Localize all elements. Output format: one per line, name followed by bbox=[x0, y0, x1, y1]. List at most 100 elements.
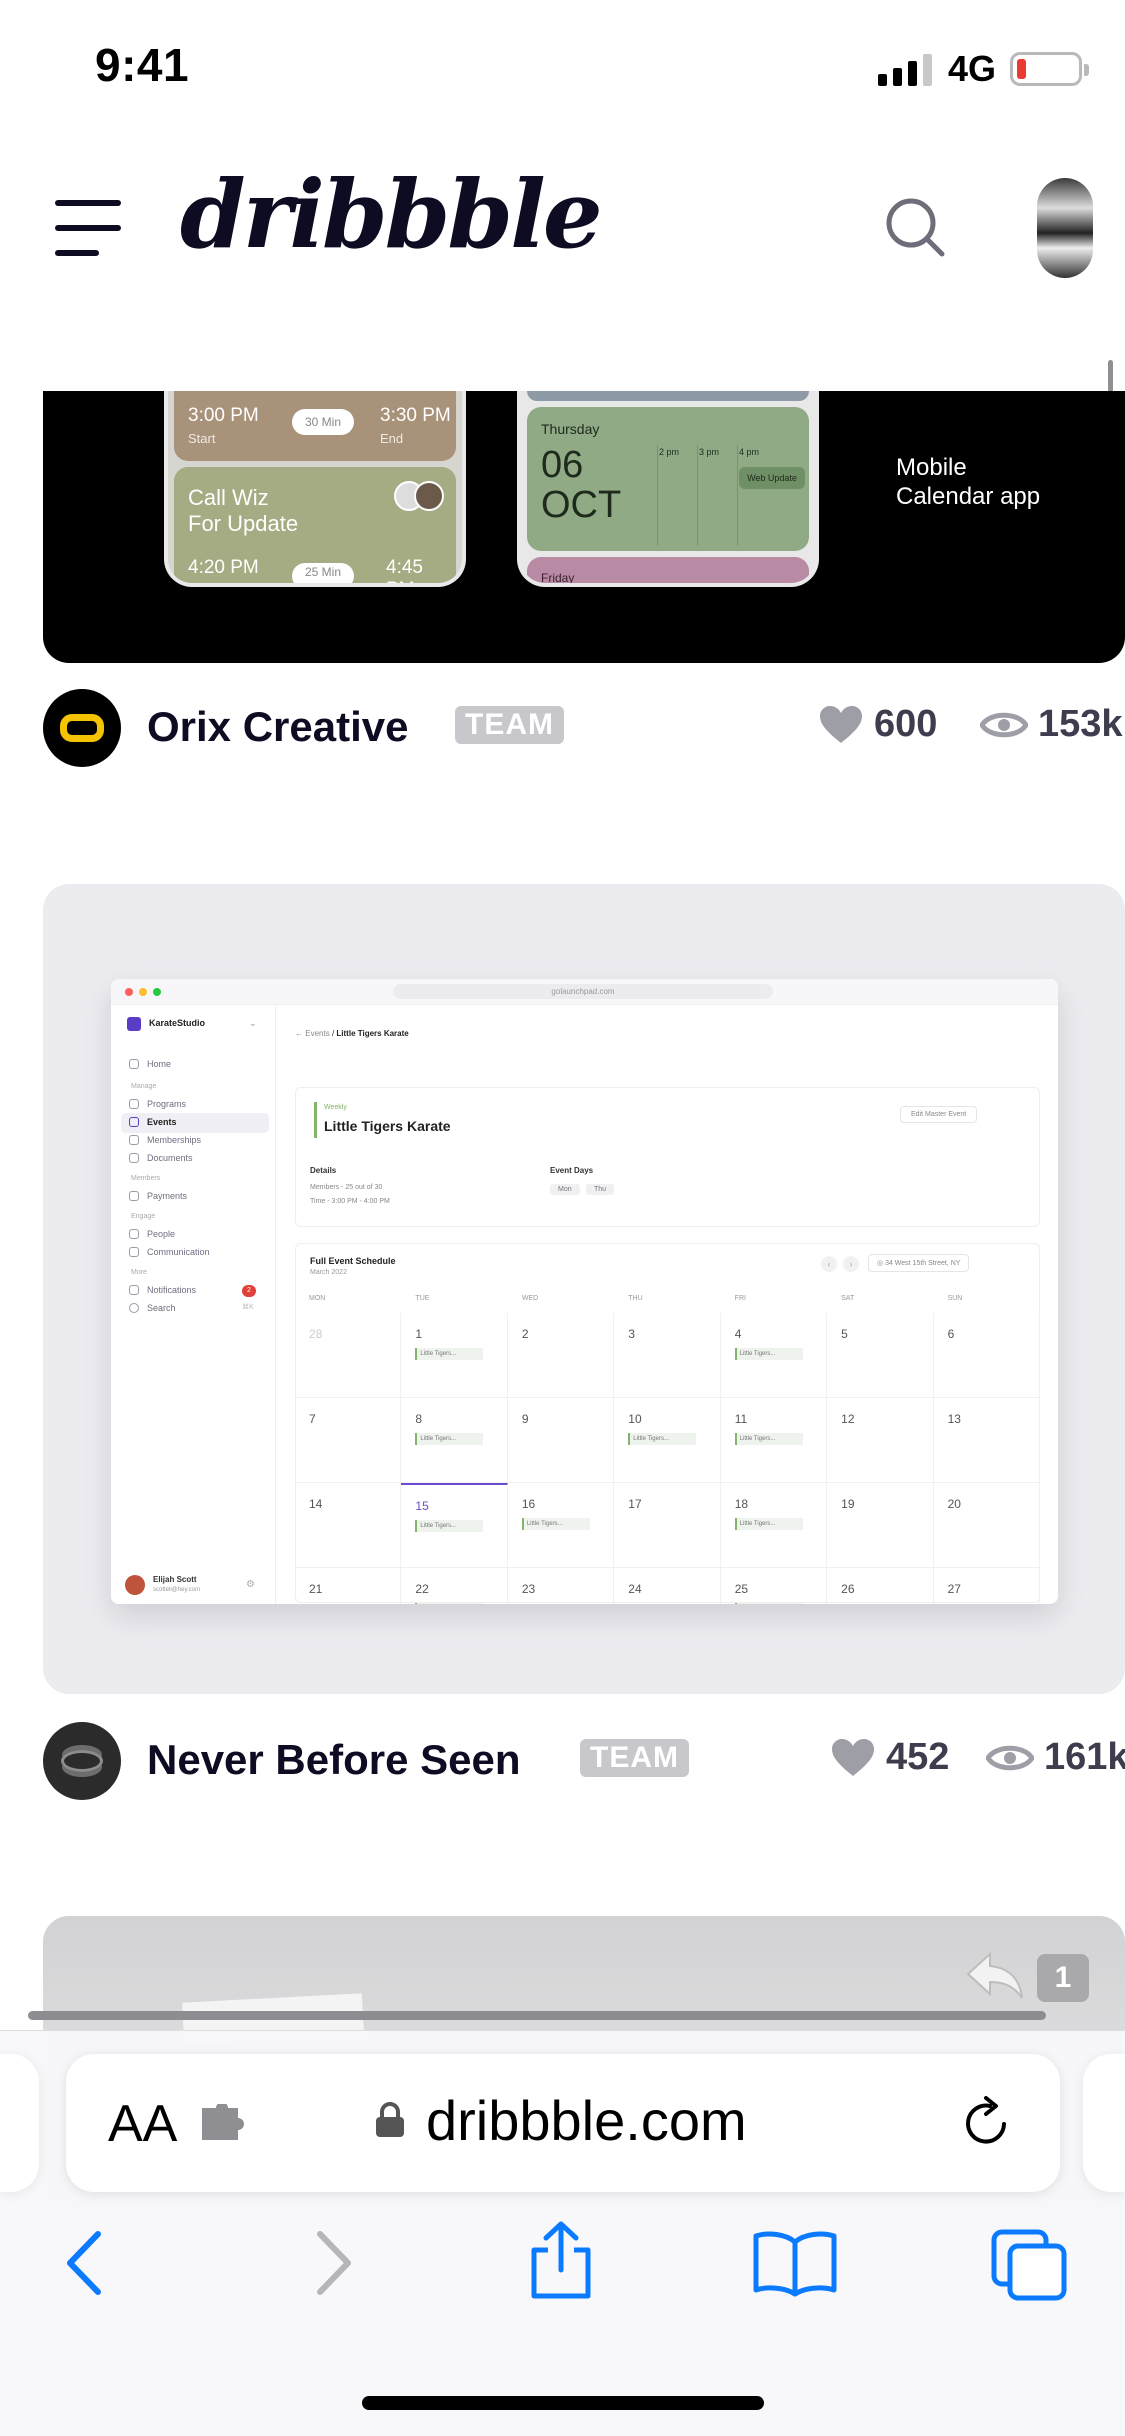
extension-icon[interactable] bbox=[198, 2104, 254, 2144]
prev-month-icon: ‹ bbox=[821, 1256, 837, 1272]
event-card: Weekly Little Tigers Karate Edit Master … bbox=[295, 1087, 1040, 1227]
url-text[interactable]: dribbble.com bbox=[426, 2088, 747, 2153]
calendar-day-cell: 13 bbox=[933, 1398, 1040, 1483]
calendar-event: Web Update bbox=[739, 467, 805, 489]
calendar-day-number: 21 bbox=[309, 1582, 323, 1596]
previous-tab-card[interactable] bbox=[0, 2054, 39, 2192]
author-avatar[interactable] bbox=[43, 1722, 121, 1800]
share-icon[interactable] bbox=[526, 2220, 596, 2300]
sidebar-section: Members bbox=[131, 1175, 161, 1182]
calendar-day-number: 28 bbox=[309, 1327, 323, 1341]
avatar bbox=[125, 1575, 145, 1595]
calendar-day-number: 1 bbox=[415, 1327, 423, 1341]
calendar-day-number: 26 bbox=[841, 1582, 855, 1596]
hour-label: 2 pm bbox=[659, 447, 680, 457]
app-sidebar: KarateStudio ⌄ Home Manage Programs Even… bbox=[111, 1005, 276, 1604]
event-title-line1: Call Wiz bbox=[188, 485, 269, 510]
calendar-event-chip: Little Tigers... bbox=[734, 1518, 803, 1530]
calendar-day-cell: 7 bbox=[295, 1398, 402, 1483]
next-day-card: Friday bbox=[527, 557, 809, 583]
calendar-month: OCT bbox=[541, 484, 622, 526]
eye-icon bbox=[980, 712, 1028, 737]
calendar-day-number: 6 bbox=[947, 1327, 955, 1341]
eye-icon bbox=[986, 1745, 1034, 1770]
calendar-day-cell: 22 Little Tigers... bbox=[401, 1568, 508, 1604]
author-name[interactable]: Never Before Seen bbox=[147, 1736, 521, 1784]
back-icon[interactable] bbox=[52, 2228, 122, 2298]
calendar-event-chip: Little Tigers... bbox=[521, 1518, 590, 1530]
calendar-day-cell: 20 bbox=[933, 1483, 1040, 1568]
next-month-icon: › bbox=[843, 1256, 859, 1272]
schedule-title: Full Event Schedule bbox=[310, 1256, 396, 1266]
calendar-day-cell: 2 bbox=[507, 1313, 615, 1398]
duration-pill: 25 Min bbox=[292, 563, 354, 583]
author-avatar[interactable] bbox=[43, 689, 121, 767]
main-pane: ← Events / Little Tigers Karate Weekly L… bbox=[277, 1005, 1058, 1604]
dribbble-logo[interactable]: dribbble bbox=[180, 160, 603, 270]
reply-icon bbox=[966, 1951, 1023, 1999]
duration-pill: 30 Min bbox=[292, 409, 354, 435]
heart-icon[interactable] bbox=[830, 1738, 876, 1778]
sidebar-item-events: Events bbox=[129, 1117, 177, 1127]
calendar-event-chip: Little Tigers... bbox=[734, 1433, 803, 1445]
calendar-day-number: 24 bbox=[628, 1582, 642, 1596]
calendar-day-number: 17 bbox=[628, 1497, 642, 1511]
views-stat: 153k bbox=[980, 703, 1123, 746]
calendar-weekday-header: THU bbox=[628, 1295, 643, 1302]
workspace-logo bbox=[127, 1017, 141, 1031]
heart-icon[interactable] bbox=[818, 705, 864, 745]
forward-icon[interactable] bbox=[296, 2228, 366, 2298]
calendar-day: 06 bbox=[541, 444, 584, 486]
network-type: 4G bbox=[948, 48, 997, 89]
schedule-month: March 2022 bbox=[310, 1269, 347, 1276]
reload-icon[interactable] bbox=[960, 2094, 1016, 2150]
views-stat: 161k bbox=[986, 1736, 1125, 1779]
calendar-day-cell: 21 bbox=[295, 1568, 402, 1604]
calendar-weekday-header: SAT bbox=[841, 1295, 855, 1302]
calendar-day-number: 14 bbox=[309, 1497, 323, 1511]
event-end-time: 4:45 PM bbox=[386, 557, 423, 583]
calendar-day-number: 22 bbox=[415, 1582, 429, 1596]
text-size-button[interactable]: AA bbox=[108, 2094, 177, 2154]
calendar-event-chip: Little Tigers... bbox=[628, 1433, 697, 1445]
calendar-day-cell: 16 Little Tigers... bbox=[507, 1483, 615, 1568]
calendar-day-number: 2 bbox=[521, 1327, 529, 1341]
user-email: scotteli@hey.com bbox=[153, 1587, 200, 1593]
sidebar-item-notifications: Notifications bbox=[129, 1285, 196, 1295]
calendar-day-cell: 1 Little Tigers... bbox=[401, 1313, 508, 1398]
calendar-day-cell: 15 Little Tigers... bbox=[401, 1483, 508, 1568]
phone-mockup: Thursday 06 OCT 2 pm 3 pm 4 pm Web Updat… bbox=[517, 391, 819, 587]
author-name[interactable]: Orix Creative bbox=[147, 703, 408, 751]
horizontal-scroll-indicator bbox=[28, 2011, 1046, 2020]
calendar-weekday: Thursday bbox=[541, 421, 600, 437]
calendar-day-cell: 6 bbox=[933, 1313, 1040, 1398]
sidebar-section: More bbox=[131, 1269, 147, 1276]
tabs-icon[interactable] bbox=[990, 2228, 1070, 2302]
chevron-down-icon: ⌄ bbox=[249, 1018, 257, 1028]
likes-stat: 600 bbox=[818, 703, 937, 746]
workspace-name: KarateStudio bbox=[149, 1018, 206, 1028]
next-tab-card[interactable] bbox=[1083, 2054, 1125, 2192]
calendar-day-number: 3 bbox=[628, 1327, 635, 1341]
location-pin-icon: ◎ bbox=[877, 1260, 886, 1267]
calendar-day-number: 10 bbox=[628, 1412, 642, 1426]
calendar-day-number: 16 bbox=[521, 1497, 536, 1511]
calendar-day-number: 4 bbox=[734, 1327, 742, 1341]
sidebar-section: Manage bbox=[131, 1083, 157, 1090]
calendar-day-cell: 18 Little Tigers... bbox=[720, 1483, 828, 1568]
event-start-time: 3:00 PM bbox=[188, 405, 259, 426]
bookmarks-icon[interactable] bbox=[752, 2228, 838, 2298]
calendar-day-number: 11 bbox=[734, 1412, 748, 1426]
shot-preview[interactable]: golaunchpad.com KarateStudio ⌄ Home Mana… bbox=[43, 884, 1125, 1694]
hamburger-icon[interactable] bbox=[55, 200, 121, 256]
count-badge: 1 bbox=[1037, 1954, 1089, 2002]
day-chip: Thu bbox=[586, 1184, 615, 1195]
search-icon[interactable] bbox=[884, 196, 948, 260]
breadcrumb-current: Little Tigers Karate bbox=[336, 1029, 409, 1038]
user-avatar[interactable] bbox=[1037, 178, 1093, 278]
calendar-day-number: 27 bbox=[947, 1582, 961, 1596]
calendar-day-cell: 12 bbox=[827, 1398, 934, 1483]
shot-preview[interactable]: 3:00 PM Start 30 Min 3:30 PM End Call Wi… bbox=[43, 391, 1125, 663]
hour-label: 4 pm bbox=[739, 447, 760, 457]
calendar-event-chip: Little Tigers... bbox=[734, 1348, 803, 1360]
